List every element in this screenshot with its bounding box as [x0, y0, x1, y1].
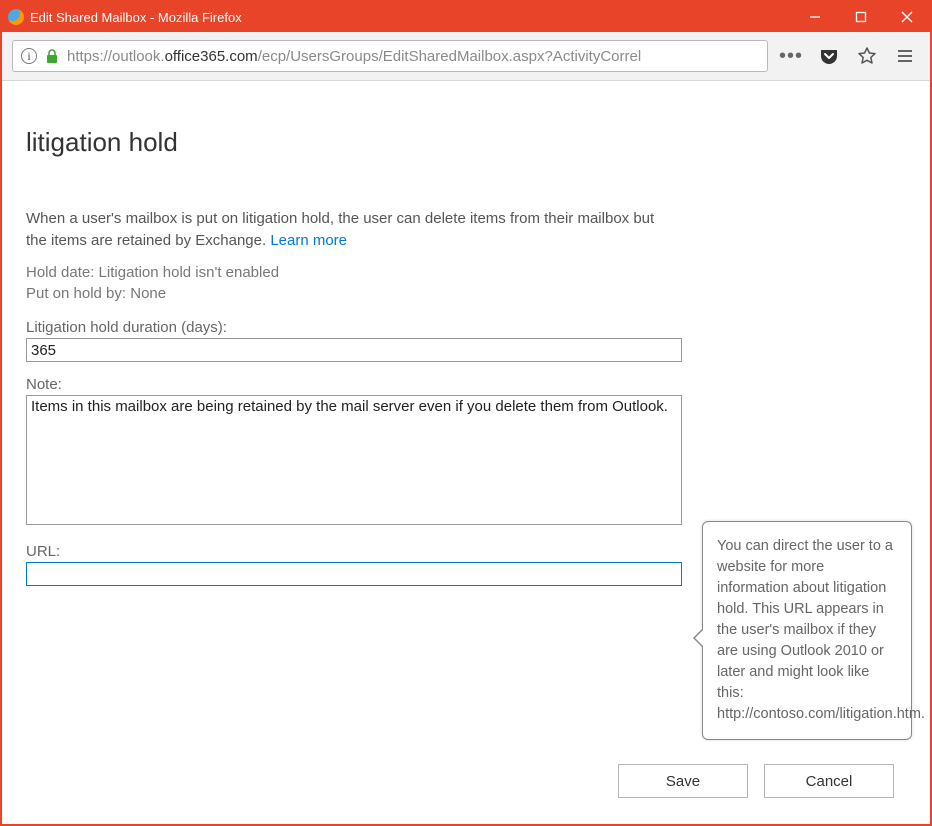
- save-button[interactable]: Save: [618, 764, 748, 798]
- hold-date-line: Hold date: Litigation hold isn't enabled: [26, 262, 906, 284]
- page-actions-icon[interactable]: •••: [776, 41, 806, 71]
- site-info-icon[interactable]: i: [21, 48, 37, 64]
- lock-icon: [45, 48, 59, 64]
- firefox-icon: [8, 9, 24, 25]
- app-window: Edit Shared Mailbox - Mozilla Firefox i …: [0, 0, 932, 826]
- hold-meta: Hold date: Litigation hold isn't enabled…: [26, 262, 906, 306]
- pocket-icon[interactable]: [814, 41, 844, 71]
- close-button[interactable]: [884, 2, 930, 32]
- note-textarea[interactable]: [26, 395, 682, 525]
- maximize-button[interactable]: [838, 2, 884, 32]
- note-label: Note:: [26, 376, 906, 393]
- footer-buttons: Save Cancel: [618, 764, 894, 798]
- duration-input[interactable]: [26, 338, 682, 362]
- url-tooltip: You can direct the user to a website for…: [702, 521, 912, 740]
- put-on-hold-line: Put on hold by: None: [26, 283, 906, 305]
- learn-more-link[interactable]: Learn more: [270, 232, 347, 249]
- bookmark-star-icon[interactable]: [852, 41, 882, 71]
- url-prefix: https://outlook.: [67, 48, 165, 65]
- duration-label: Litigation hold duration (days):: [26, 319, 906, 336]
- minimize-button[interactable]: [792, 2, 838, 32]
- url-tooltip-text: You can direct the user to a website for…: [717, 538, 925, 722]
- url-path: /ecp/UsersGroups/EditSharedMailbox.aspx?…: [258, 48, 642, 65]
- browser-toolbar: i https://outlook.office365.com/ecp/User…: [2, 32, 930, 81]
- address-bar[interactable]: i https://outlook.office365.com/ecp/User…: [12, 40, 768, 72]
- window-title: Edit Shared Mailbox - Mozilla Firefox: [30, 10, 242, 25]
- intro-text: When a user's mailbox is put on litigati…: [26, 208, 676, 252]
- cancel-button[interactable]: Cancel: [764, 764, 894, 798]
- url-text: https://outlook.office365.com/ecp/UsersG…: [67, 48, 641, 65]
- menu-icon[interactable]: [890, 41, 920, 71]
- page-title: litigation hold: [26, 127, 906, 158]
- page-content: litigation hold When a user's mailbox is…: [2, 81, 930, 824]
- url-host: office365.com: [165, 48, 258, 65]
- url-input[interactable]: [26, 562, 682, 586]
- titlebar: Edit Shared Mailbox - Mozilla Firefox: [2, 2, 930, 32]
